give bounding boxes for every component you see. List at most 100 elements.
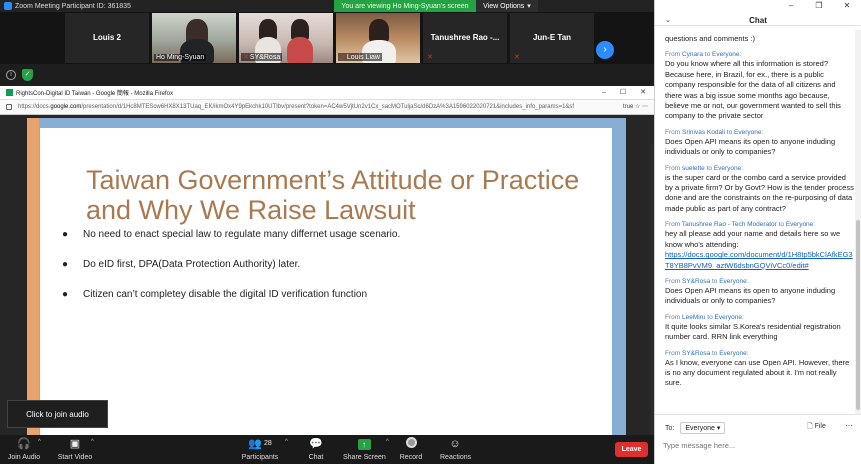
video-person-body (287, 37, 313, 63)
join-audio-tooltip[interactable]: Click to join audio (7, 400, 108, 428)
lock-icon (6, 104, 12, 110)
reactions-label: Reactions (440, 454, 472, 461)
url-bar[interactable]: https://docs. google.com/presentation/d/1… (0, 100, 654, 115)
view-options-button[interactable]: View Options ▾ (476, 0, 538, 12)
viewing-text: You are viewing Ho Ming-Syuan's screen (334, 0, 476, 12)
bullet-dot: ● (62, 229, 69, 240)
chat-scrollbar[interactable] (855, 30, 861, 414)
close-icon[interactable]: ✕ (640, 86, 646, 100)
chevron-down-icon: ▾ (716, 425, 721, 432)
minimize-icon[interactable]: – (602, 86, 606, 100)
chevron-up-icon[interactable]: ^ (91, 439, 94, 445)
reactions-button[interactable]: ☺ Reactions (440, 437, 472, 461)
mic-muted-icon: ✕ (427, 54, 433, 61)
start-video-label: Start Video (57, 454, 93, 461)
minimize-icon[interactable]: – (777, 0, 805, 12)
record-icon (405, 437, 417, 448)
window-title: Zoom Meeting Participant ID: 361835 (15, 2, 131, 10)
participant-tile[interactable]: Louis 2 (64, 12, 150, 64)
message-recipient: Everyone (734, 128, 762, 136)
viewing-banner: You are viewing Ho Ming-Syuan's screen V… (334, 0, 538, 12)
chat-message: From LeeMiru to Everyone: It quite looks… (665, 313, 854, 343)
participants-icon: 👥 28 (248, 438, 272, 450)
join-audio-label: Join Audio (7, 454, 41, 461)
message-sender-line: From Cynara to Everyone: (665, 51, 742, 59)
message-recipient: Everyone (713, 164, 742, 172)
participant-video[interactable]: ✕Louis Liaw (335, 12, 421, 64)
to-word: to (707, 313, 713, 321)
from-prefix: From (665, 277, 681, 285)
participant-tile[interactable]: Jun-E Tan ✕ (509, 12, 595, 64)
message-recipient: Everyone (714, 313, 742, 321)
more-options-icon[interactable]: ⋯ (845, 421, 853, 430)
chat-message-input[interactable] (663, 437, 853, 453)
shield-icon[interactable]: ✓ (22, 69, 33, 81)
mic-muted-icon: ✕ (243, 54, 249, 61)
zoom-logo-icon (4, 2, 12, 10)
leave-button[interactable]: Leave (615, 442, 648, 457)
chevron-up-icon[interactable]: ^ (386, 439, 389, 445)
message-sender-line: From Srinivas Kodali to Everyone: (665, 128, 764, 136)
message-sender: Tanushree Rao - Tech Moderator (681, 221, 777, 229)
start-video-button[interactable]: ▣ Start Video (56, 437, 94, 461)
bullet-text: Do eID first, DPA(Data Protection Author… (83, 259, 301, 270)
slide-title-line: Taiwan Government’s Attitude or Practice (86, 165, 580, 195)
participant-tile[interactable]: Tanushree Rao -... ✕ (422, 12, 508, 64)
chat-footer: To: Everyone ▾ 🗋 File ⋯ (655, 414, 861, 464)
chat-panel: – ❐ ✕ ⌄ Chat questions and comments :) F… (654, 0, 861, 464)
participant-video[interactable]: ✕SY&Rosa (238, 12, 334, 64)
message-recipient: Everyone (719, 277, 747, 285)
chat-scrollbar-thumb[interactable] (856, 220, 860, 410)
message-sender: SY&Rosa (681, 277, 711, 285)
slide-title-line: and Why We Raise Lawsuit (86, 195, 416, 225)
participant-video[interactable]: Ho Ming-Syuan (151, 12, 237, 64)
record-button[interactable]: Record (398, 437, 424, 461)
file-button[interactable]: 🗋 File (807, 422, 826, 433)
message-link[interactable]: https://docs.google.com/document/d/1H8tp… (665, 250, 854, 271)
url-actions[interactable]: true ☆ ⋯ (618, 100, 648, 114)
next-page-arrow-icon[interactable]: › (596, 41, 614, 59)
message-text: Does Open API means its open to anyone i… (665, 136, 836, 157)
slide-accent-bar (27, 118, 39, 435)
from-prefix: From (665, 221, 681, 229)
url-path: /presentation/d/1Hc8MTEScw6HX8X13TUaq_EK… (81, 104, 575, 110)
chat-message: From Srinivas Kodali to Everyone: Does O… (665, 128, 854, 158)
to-word: to (726, 128, 733, 136)
shared-screen: RightsCon-Digital ID Taiwan - Google 簡報 … (0, 86, 654, 464)
zoom-titlebar: Zoom Meeting Participant ID: 361835 (0, 0, 654, 12)
share-screen-button[interactable]: ↑ Share Screen (343, 437, 386, 461)
to-word: to (704, 51, 711, 59)
file-label: File (814, 423, 826, 430)
info-icon[interactable]: i (6, 70, 16, 80)
chevron-up-icon[interactable]: ^ (38, 439, 41, 445)
message-text: questions and comments :) (665, 34, 756, 43)
recipient-select[interactable]: Everyone ▾ (680, 422, 726, 434)
chevron-up-icon[interactable]: ^ (285, 439, 288, 445)
from-prefix: From (665, 128, 681, 136)
message-sender: LeeMiru (681, 313, 706, 321)
share-screen-icon: ↑ (357, 439, 371, 450)
gallery-strip: Louis 2 Ho Ming-Syuan ✕SY&Rosa ✕Louis Li… (0, 12, 654, 64)
url-prefix: https://docs. (18, 104, 51, 110)
bullet-item: ● Citizen can’t completey disable the dig… (60, 289, 400, 319)
message-sender: suelette (681, 164, 705, 172)
to-word: to (706, 164, 712, 172)
participant-name: Louis Liaw (346, 54, 380, 61)
to-word: to (711, 349, 718, 357)
restore-icon[interactable]: ❐ (805, 0, 833, 12)
participants-button[interactable]: 👥 28 Participants (240, 437, 280, 461)
chat-window-controls: – ❐ ✕ (777, 0, 861, 12)
participant-name-bar: ✕SY&Rosa (241, 53, 283, 61)
message-text: hey all please add your name and details… (665, 229, 841, 249)
message-recipient: Everyone (712, 51, 740, 59)
participants-label: Participants (241, 454, 279, 461)
slide-frame: Taiwan Government’s Attitude or Practice… (27, 118, 626, 435)
smiley-icon: ☺ (449, 438, 461, 450)
close-icon[interactable]: ✕ (833, 0, 861, 12)
maximize-icon[interactable]: ☐ (620, 86, 626, 100)
join-audio-button[interactable]: 🎧 Join Audio (6, 437, 42, 461)
meeting-toolbar: 🎧 Join Audio ^ ▣ Start Video ^ 👥 28 Parti… (0, 435, 654, 464)
message-recipient: Everyone (785, 221, 814, 229)
participant-name-bar: ✕Louis Liaw (338, 53, 382, 61)
chat-button[interactable]: 💬 Chat (304, 437, 328, 461)
